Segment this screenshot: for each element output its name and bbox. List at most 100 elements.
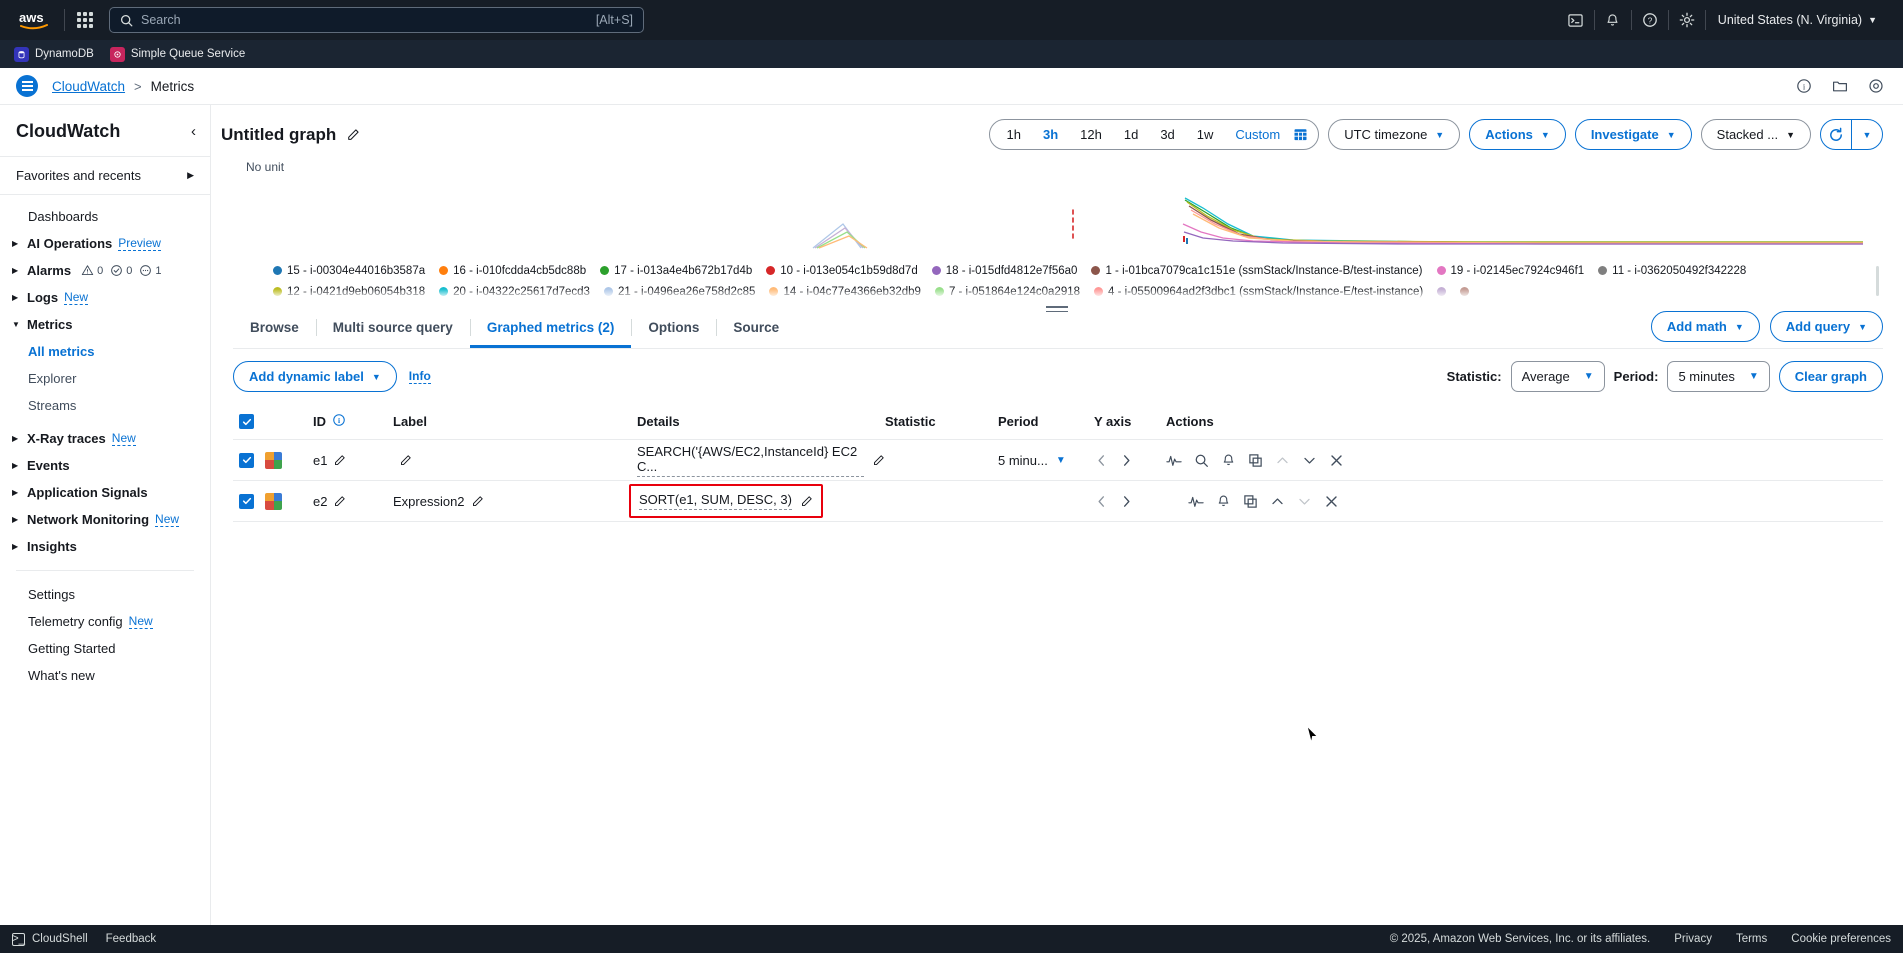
row-checkbox[interactable]: [233, 453, 265, 468]
tab-browse[interactable]: Browse: [233, 310, 316, 348]
edit-details-pencil-icon[interactable]: [872, 454, 885, 467]
breadcrumb-cloudwatch[interactable]: CloudWatch: [52, 79, 125, 94]
time-range-3d[interactable]: 3d: [1149, 120, 1185, 149]
privacy-link[interactable]: Privacy: [1674, 933, 1712, 945]
feedback-link[interactable]: Feedback: [106, 933, 157, 945]
fav-item-dynamodb[interactable]: DynamoDB: [14, 47, 94, 62]
create-alarm-bell-icon[interactable]: [1216, 494, 1231, 509]
tab-multi-source-query[interactable]: Multi source query: [316, 310, 470, 348]
settings-icon[interactable]: [1669, 0, 1705, 40]
legend-item[interactable]: 14 - i-04c77e4366eb32db9: [769, 283, 920, 300]
select-all-checkbox[interactable]: [233, 414, 265, 429]
time-range-1w[interactable]: 1w: [1186, 120, 1225, 149]
add-math-button[interactable]: Add math ▼: [1651, 311, 1760, 342]
move-up-icon[interactable]: [1270, 494, 1285, 509]
sidebar-item-settings[interactable]: Settings: [0, 581, 210, 608]
region-selector[interactable]: United States (N. Virginia) ▼: [1706, 0, 1889, 40]
legend-scrollbar[interactable]: [1876, 266, 1879, 296]
menu-toggle-button[interactable]: [16, 75, 38, 97]
chart-plot-area[interactable]: [243, 180, 1883, 256]
anomaly-detection-icon[interactable]: [1166, 452, 1182, 468]
sidebar-item-application-signals[interactable]: ▶ Application Signals: [0, 479, 210, 506]
sidebar-item-explorer[interactable]: Explorer: [0, 365, 210, 392]
legend-item[interactable]: 15 - i-00304e44016b3587a: [273, 262, 425, 279]
sidebar-item-insights[interactable]: ▶ Insights: [0, 533, 210, 560]
statistic-select[interactable]: Average ▼: [1511, 361, 1605, 392]
row-color-swatch[interactable]: [265, 493, 313, 510]
remove-icon[interactable]: [1329, 453, 1344, 468]
time-range-1h[interactable]: 1h: [996, 120, 1032, 149]
new-badge[interactable]: New: [155, 512, 179, 527]
sidebar-item-dashboards[interactable]: Dashboards: [0, 203, 210, 230]
terms-link[interactable]: Terms: [1736, 933, 1767, 945]
time-range-1d[interactable]: 1d: [1113, 120, 1149, 149]
create-alarm-bell-icon[interactable]: [1221, 453, 1236, 468]
preview-badge[interactable]: Preview: [118, 236, 161, 251]
refresh-button[interactable]: [1821, 120, 1851, 149]
investigate-button[interactable]: Investigate ▼: [1575, 119, 1692, 150]
cloudshell-button[interactable]: >_ CloudShell: [12, 933, 88, 946]
tab-options[interactable]: Options: [631, 310, 716, 348]
search-input[interactable]: Search [Alt+S]: [109, 7, 644, 33]
new-badge[interactable]: New: [129, 614, 153, 629]
search-icon[interactable]: [1194, 453, 1209, 468]
legend-item[interactable]: 7 - i-051864e124c0a2918: [935, 283, 1080, 300]
edit-id-pencil-icon[interactable]: [333, 495, 346, 508]
y-axis-left-icon[interactable]: [1094, 453, 1109, 468]
sidebar-item-ai-operations[interactable]: ▶ AI Operations Preview: [0, 230, 210, 257]
sidebar-item-telemetry-config[interactable]: Telemetry config New: [0, 608, 210, 635]
duplicate-icon[interactable]: [1243, 494, 1258, 509]
bell-icon[interactable]: [1595, 0, 1631, 40]
sidebar-item-events[interactable]: ▶ Events: [0, 452, 210, 479]
time-range-12h[interactable]: 12h: [1069, 120, 1113, 149]
move-down-icon[interactable]: [1302, 453, 1317, 468]
sidebar-item-xray-traces[interactable]: ▶ X-Ray traces New: [0, 425, 210, 452]
legend-item[interactable]: 18 - i-015dfd4812e7f56a0: [932, 262, 1078, 279]
add-dynamic-label-button[interactable]: Add dynamic label ▼: [233, 361, 397, 392]
legend-item[interactable]: 10 - i-013e054c1b59d8d7d: [766, 262, 917, 279]
sidebar-item-whats-new[interactable]: What's new: [0, 662, 210, 689]
cookie-preferences-link[interactable]: Cookie preferences: [1791, 933, 1891, 945]
info-icon[interactable]: i: [1793, 75, 1815, 97]
graph-type-selector[interactable]: Stacked ... ▼: [1701, 119, 1811, 150]
info-link[interactable]: Info: [409, 369, 431, 384]
settings-gear-icon[interactable]: [1865, 75, 1887, 97]
fav-item-sqs[interactable]: Simple Queue Service: [110, 47, 245, 62]
add-query-button[interactable]: Add query ▼: [1770, 311, 1883, 342]
sidebar-item-logs[interactable]: ▶ Logs New: [0, 284, 210, 311]
legend-item[interactable]: 19 - i-02145ec7924c946f1: [1437, 262, 1585, 279]
time-range-3h[interactable]: 3h: [1032, 120, 1069, 149]
y-axis-left-icon[interactable]: [1094, 494, 1109, 509]
legend-item[interactable]: 17 - i-013a4e4b672b17d4b: [600, 262, 752, 279]
legend-item[interactable]: 4 - i-05500964ad2f3dbc1 (ssmStack/Instan…: [1094, 283, 1423, 300]
info-icon[interactable]: i: [332, 413, 346, 430]
tab-graphed-metrics[interactable]: Graphed metrics (2): [470, 310, 632, 348]
details-value[interactable]: SORT(e1, SUM, DESC, 3): [639, 492, 792, 510]
cloudshell-icon[interactable]: [1558, 0, 1594, 40]
app-grid-icon[interactable]: [75, 10, 95, 30]
sidebar-item-favorites[interactable]: Favorites and recents ▶: [0, 157, 210, 195]
sidebar-item-alarms[interactable]: ▶ Alarms 0 0: [0, 257, 210, 284]
sidebar-item-getting-started[interactable]: Getting Started: [0, 635, 210, 662]
move-up-icon[interactable]: [1275, 453, 1290, 468]
edit-details-pencil-icon[interactable]: [800, 495, 813, 508]
clear-graph-button[interactable]: Clear graph: [1779, 361, 1883, 392]
sidebar-item-streams[interactable]: Streams: [0, 392, 210, 419]
legend-item[interactable]: [1437, 283, 1446, 300]
graph-resize-handle[interactable]: [1046, 306, 1068, 308]
new-badge[interactable]: New: [64, 290, 88, 305]
legend-item[interactable]: 16 - i-010fcdda4cb5dc88b: [439, 262, 586, 279]
row-checkbox[interactable]: [233, 494, 265, 509]
chevron-down-icon[interactable]: ▼: [1056, 455, 1066, 466]
time-range-custom[interactable]: Custom: [1224, 120, 1291, 149]
period-select[interactable]: 5 minutes ▼: [1667, 361, 1769, 392]
sidebar-item-network-monitoring[interactable]: ▶ Network Monitoring New: [0, 506, 210, 533]
row-period[interactable]: 5 minu... ▼: [998, 453, 1094, 468]
remove-icon[interactable]: [1324, 494, 1339, 509]
refresh-options-button[interactable]: ▼: [1852, 120, 1882, 149]
y-axis-right-icon[interactable]: [1119, 453, 1134, 468]
help-icon[interactable]: ?: [1632, 0, 1668, 40]
aws-logo[interactable]: aws: [14, 0, 54, 40]
timezone-selector[interactable]: UTC timezone ▼: [1328, 119, 1460, 150]
sidebar-item-metrics[interactable]: ▼ Metrics: [0, 311, 210, 338]
